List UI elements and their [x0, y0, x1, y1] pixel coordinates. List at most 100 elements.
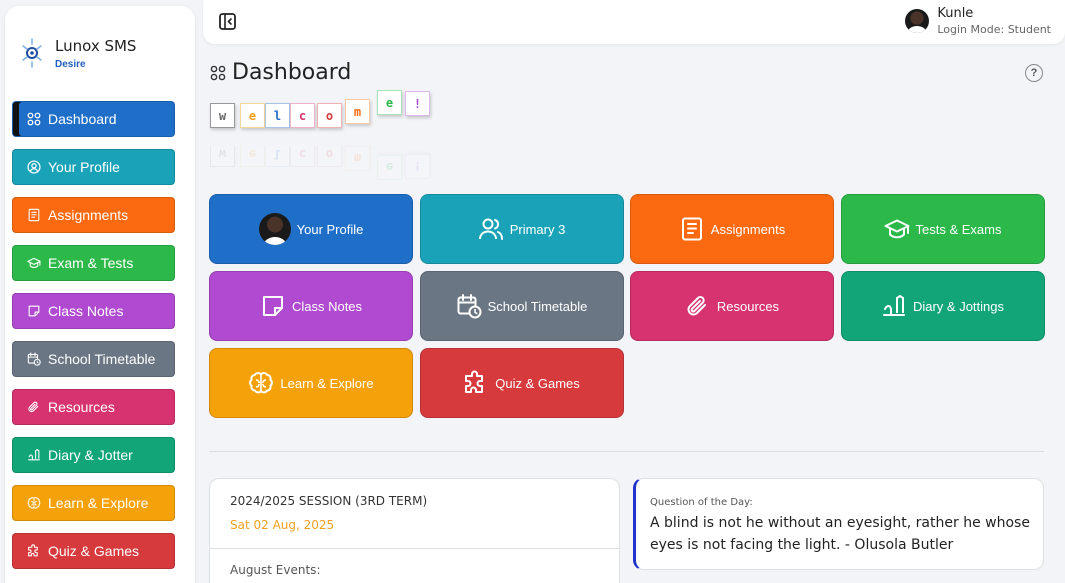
sidebar-item-exam-tests[interactable]: Exam & Tests — [12, 245, 175, 281]
help-icon[interactable]: ? — [1025, 64, 1043, 82]
welcome-letter: ! — [405, 91, 430, 116]
reflection-letter: m — [345, 146, 370, 171]
brain-icon — [27, 496, 41, 510]
sidebar-item-class-notes[interactable]: Class Notes — [12, 293, 175, 329]
sidebar-item-label: Resources — [48, 399, 115, 415]
tile-diary-jottings[interactable]: Diary & Jottings — [840, 271, 1045, 341]
reflection-letter: ! — [405, 154, 430, 179]
puzzle-icon — [27, 544, 41, 558]
graduation-cap-icon — [884, 216, 910, 242]
brand-subtitle: Desire — [55, 58, 86, 70]
reflection-letter: w — [210, 146, 235, 167]
tile-label: Class Notes — [291, 298, 363, 314]
tile-label: Learn & Explore — [280, 375, 374, 391]
avatar — [905, 9, 930, 33]
tile-quiz-games[interactable]: Quiz & Games — [419, 348, 624, 418]
paperclip-icon — [685, 293, 711, 319]
welcome-reflection: w e l c o m e! — [210, 146, 450, 180]
pen-writing-icon — [881, 293, 907, 319]
tile-primary-3[interactable]: Primary 3 — [419, 194, 624, 264]
profile-photo-icon — [258, 213, 291, 245]
tile-label: School Timetable — [487, 298, 588, 314]
session-separator — [210, 548, 619, 549]
welcome-letter: c — [290, 103, 315, 128]
qotd-label: Question of the Day: — [650, 497, 753, 508]
calendar-clock-icon — [27, 352, 41, 366]
sidebar-item-label: Learn & Explore — [48, 495, 149, 511]
welcome-letter: e — [240, 103, 265, 128]
sidebar-item-label: Diary & Jotter — [48, 447, 133, 463]
welcome-letter: w — [210, 103, 235, 128]
pen-writing-icon — [27, 448, 41, 462]
tile-label: Tests & Exams — [915, 221, 1002, 237]
brand[interactable]: Lunox SMS Desire — [19, 36, 136, 70]
logo-icon — [22, 38, 42, 68]
sidebar-item-label: Assignments — [48, 207, 129, 223]
page-title-text: Dashboard — [232, 60, 352, 85]
welcome-letter: o — [317, 103, 342, 128]
qotd-text: A blind is not he without an eyesight, r… — [650, 515, 1030, 553]
sidebar-item-your-profile[interactable]: Your Profile — [12, 149, 175, 185]
sidebar: Lunox SMS Desire Dashboard Your Profile As… — [5, 6, 195, 583]
reflection-letter: e — [377, 155, 402, 180]
sidebar-toggle-icon[interactable] — [219, 13, 236, 30]
sticky-note-icon — [260, 293, 286, 319]
topbar: Kunle Login Mode: Student — [203, 0, 1065, 44]
brain-icon — [248, 370, 274, 396]
user-name: Kunle — [937, 6, 974, 21]
session-card: 2024/2025 SESSION (3RD TERM) Sat 02 Aug,… — [209, 478, 620, 583]
tile-school-timetable[interactable]: School Timetable — [419, 271, 624, 341]
sidebar-item-learn-explore[interactable]: Learn & Explore — [12, 485, 175, 521]
sidebar-item-school-timetable[interactable]: School Timetable — [12, 341, 175, 377]
sidebar-item-label: Dashboard — [48, 111, 117, 127]
puzzle-icon — [463, 370, 489, 396]
sidebar-nav: Dashboard Your Profile Assignments Exam & T… — [12, 101, 175, 581]
graduation-cap-icon — [27, 256, 41, 270]
sidebar-item-label: Your Profile — [48, 159, 120, 175]
tile-label: Resources — [716, 298, 780, 314]
reflection-letter: e — [240, 146, 265, 167]
sidebar-item-label: Exam & Tests — [48, 255, 134, 271]
tile-resources[interactable]: Resources — [630, 271, 834, 341]
welcome-letter: l — [265, 103, 290, 128]
paperclip-icon — [27, 400, 41, 414]
sidebar-item-label: Class Notes — [48, 303, 124, 319]
page-title: Dashboard — [210, 60, 351, 85]
calendar-clock-icon — [456, 293, 482, 319]
tile-tests-exams[interactable]: Tests & Exams — [840, 194, 1045, 264]
reflection-letter: l — [265, 146, 290, 167]
sidebar-item-resources[interactable]: Resources — [12, 389, 175, 425]
brand-name: Lunox SMS — [55, 36, 137, 55]
divider — [209, 451, 1044, 452]
tile-label: Primary 3 — [509, 221, 566, 237]
tile-your-profile[interactable]: Your Profile — [209, 194, 413, 264]
document-icon — [27, 208, 41, 222]
welcome-banner: w e l c o m e! — [210, 90, 450, 135]
reflection-letter: c — [290, 146, 315, 167]
session-title: 2024/2025 SESSION (3RD TERM) — [230, 494, 428, 508]
grid-icon — [210, 65, 226, 80]
grid-icon — [27, 112, 41, 126]
user-circle-icon — [27, 160, 41, 174]
sidebar-item-diary-jotter[interactable]: Diary & Jotter — [12, 437, 175, 473]
welcome-letter: e — [377, 90, 402, 115]
sidebar-item-dashboard[interactable]: Dashboard — [12, 101, 175, 137]
events-title: August Events: — [230, 563, 321, 577]
tile-label: Diary & Jottings — [912, 298, 1005, 314]
user-menu[interactable]: Kunle Login Mode: Student — [905, 6, 1051, 36]
tile-learn-explore[interactable]: Learn & Explore — [209, 348, 413, 418]
sidebar-item-label: School Timetable — [48, 351, 156, 367]
dashboard-tiles: Your Profile Primary 3 Assignments Tests & … — [209, 194, 1045, 418]
document-icon — [679, 216, 705, 242]
tile-class-notes[interactable]: Class Notes — [209, 271, 413, 341]
sidebar-item-quiz-games[interactable]: Quiz & Games — [12, 533, 175, 569]
reflection-letter: o — [317, 146, 342, 167]
sidebar-item-label: Quiz & Games — [48, 543, 140, 559]
tile-label: Your Profile — [296, 221, 364, 237]
tile-assignments[interactable]: Assignments — [630, 194, 834, 264]
sidebar-item-assignments[interactable]: Assignments — [12, 197, 175, 233]
sticky-note-icon — [27, 304, 41, 318]
tile-label: Assignments — [710, 221, 786, 237]
welcome-letter: m — [345, 99, 370, 124]
session-date: Sat 02 Aug, 2025 — [230, 518, 335, 532]
